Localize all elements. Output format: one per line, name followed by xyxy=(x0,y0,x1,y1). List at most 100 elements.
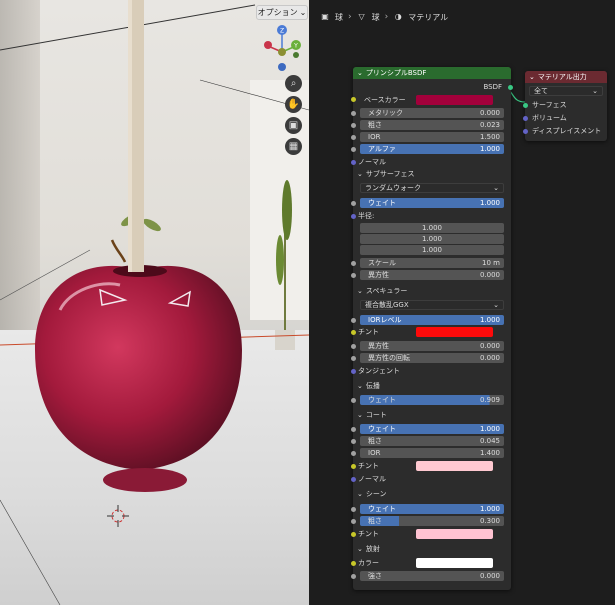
emission-strength-socket[interactable] xyxy=(351,574,356,579)
shader-node-editor[interactable]: ▣ 球 › ▽ 球 › ◑ マテリアル ⌄ プリンシプルBSDF BSDF ベー… xyxy=(310,0,615,605)
chevron-down-icon: ⌄ xyxy=(357,382,363,390)
alpha-field[interactable]: アルファ 1.000 xyxy=(360,144,504,154)
coat-weight-socket[interactable] xyxy=(351,427,356,432)
sheen-weight-field[interactable]: ウェイト 1.000 xyxy=(360,504,504,514)
base-color-label: ベースカラー xyxy=(364,96,406,104)
sheen-weight-socket[interactable] xyxy=(351,507,356,512)
metallic-field[interactable]: メタリック 0.000 xyxy=(360,108,504,118)
ior-level-socket[interactable] xyxy=(351,318,356,323)
coat-ior-socket[interactable] xyxy=(351,451,356,456)
node-title: マテリアル出力 xyxy=(537,73,587,81)
breadcrumb-object[interactable]: 球 xyxy=(335,12,343,23)
sheen-tint-socket[interactable] xyxy=(351,532,356,537)
subsurface-anisotropy-socket[interactable] xyxy=(351,273,356,278)
ior-socket[interactable] xyxy=(351,135,356,140)
bsdf-output-socket[interactable] xyxy=(508,85,513,90)
principled-bsdf-node[interactable]: ⌄ プリンシプルBSDF BSDF ベースカラー メタリック 0.000 粗さ 0.… xyxy=(351,67,513,590)
anisotropic-field[interactable]: 異方性 0.000 xyxy=(360,341,504,351)
coat-weight-field[interactable]: ウェイト 1.000 xyxy=(360,424,504,434)
chevron-right-icon: › xyxy=(384,12,389,22)
collapse-chevron-icon[interactable]: ⌄ xyxy=(529,73,535,81)
subsurface-scale-field[interactable]: スケール 10 m xyxy=(360,258,504,268)
specular-tint-label: チント xyxy=(358,328,379,336)
anisotropic-rotation-socket[interactable] xyxy=(351,356,356,361)
zoom-icon[interactable]: ⌕ xyxy=(285,75,302,92)
base-color-socket[interactable] xyxy=(351,97,356,102)
hand-pan-icon[interactable]: ✋ xyxy=(285,96,302,113)
transmission-panel-header[interactable]: ⌄ 伝播 xyxy=(357,381,380,391)
anisotropic-rotation-field[interactable]: 異方性の回転 0.000 xyxy=(360,353,504,363)
3d-cursor[interactable] xyxy=(107,505,129,527)
ior-level-field[interactable]: IORレベル 1.000 xyxy=(360,315,504,325)
sheen-tint-swatch[interactable] xyxy=(416,529,493,539)
chevron-down-icon: ⌄ xyxy=(592,87,598,95)
radius-z-field[interactable]: 1.000 xyxy=(360,245,504,255)
transmission-weight-field[interactable]: ウェイト 0.909 xyxy=(360,395,504,405)
metallic-socket[interactable] xyxy=(351,111,356,116)
subsurface-weight-field[interactable]: ウェイト 1.000 xyxy=(360,198,504,208)
emission-panel-header[interactable]: ⌄ 放射 xyxy=(357,544,380,554)
specular-distribution-dropdown[interactable]: 複合散乱GGX ⌄ xyxy=(360,300,504,310)
sheen-roughness-field[interactable]: 粗さ 0.300 xyxy=(360,516,504,526)
chevron-down-icon: ⌄ xyxy=(299,8,307,17)
roughness-field[interactable]: 粗さ 0.023 xyxy=(360,120,504,130)
radius-y-field[interactable]: 1.000 xyxy=(360,234,504,244)
displacement-socket[interactable] xyxy=(523,129,528,134)
specular-tint-swatch[interactable] xyxy=(416,327,493,337)
chevron-down-icon: ⌄ xyxy=(493,301,499,309)
coat-roughness-field[interactable]: 粗さ 0.045 xyxy=(360,436,504,446)
volume-socket[interactable] xyxy=(523,116,528,121)
subsurface-panel-header[interactable]: ⌄ サブサーフェス xyxy=(357,169,414,179)
specular-title: スペキュラー xyxy=(365,287,408,295)
emission-color-swatch[interactable] xyxy=(416,558,493,568)
emission-title: 放射 xyxy=(365,545,380,553)
collapse-chevron-icon[interactable]: ⌄ xyxy=(357,69,363,77)
navigation-gizmo[interactable]: Z Y xyxy=(262,22,302,77)
chevron-right-icon: › xyxy=(348,12,352,22)
radius-socket[interactable] xyxy=(351,214,356,219)
subsurface-scale-socket[interactable] xyxy=(351,261,356,266)
chevron-down-icon: ⌄ xyxy=(357,287,363,295)
sheen-panel-header[interactable]: ⌄ シーン xyxy=(357,489,387,499)
gizmo-z-label: Z xyxy=(280,28,284,35)
chevron-down-icon: ⌄ xyxy=(357,411,363,419)
3d-viewport[interactable]: オプション ⌄ Z Y ⌕ ✋ ▣ ▦ xyxy=(0,0,309,605)
subsurface-method-dropdown[interactable]: ランダムウォーク ⌄ xyxy=(360,183,504,193)
ior-field[interactable]: IOR 1.500 xyxy=(360,132,504,142)
coat-ior-field[interactable]: IOR 1.400 xyxy=(360,448,504,458)
output-target-value: 全て xyxy=(534,87,548,95)
surface-socket[interactable] xyxy=(523,103,528,108)
node-header[interactable]: ⌄ マテリアル出力 xyxy=(525,71,607,83)
subsurface-anisotropy-field[interactable]: 異方性 0.000 xyxy=(360,270,504,280)
transmission-weight-socket[interactable] xyxy=(351,398,356,403)
material-output-node[interactable]: ⌄ マテリアル出力 全て ⌄ サーフェス ボリューム ディスプレイスメント xyxy=(523,71,607,141)
coat-tint-swatch[interactable] xyxy=(416,461,493,471)
options-dropdown[interactable]: オプション ⌄ xyxy=(256,5,308,20)
specular-panel-header[interactable]: ⌄ スペキュラー xyxy=(357,286,407,296)
radius-x-field[interactable]: 1.000 xyxy=(360,223,504,233)
roughness-socket[interactable] xyxy=(351,123,356,128)
node-header[interactable]: ⌄ プリンシプルBSDF xyxy=(353,67,511,79)
emission-color-socket[interactable] xyxy=(351,561,356,566)
coat-roughness-socket[interactable] xyxy=(351,439,356,444)
normal-socket[interactable] xyxy=(351,160,356,165)
breadcrumb-material[interactable]: マテリアル xyxy=(408,12,448,23)
mesh-icon: ▽ xyxy=(358,12,365,21)
emission-strength-field[interactable]: 強さ 0.000 xyxy=(360,571,504,581)
breadcrumb: ▣ 球 › ▽ 球 › ◑ マテリアル xyxy=(320,10,448,24)
coat-panel-header[interactable]: ⌄ コート xyxy=(357,410,387,420)
specular-tint-socket[interactable] xyxy=(351,330,356,335)
subsurface-weight-socket[interactable] xyxy=(351,201,356,206)
camera-icon[interactable]: ▣ xyxy=(285,117,302,134)
coat-normal-socket[interactable] xyxy=(351,477,356,482)
grid-view-icon[interactable]: ▦ xyxy=(285,138,302,155)
alpha-socket[interactable] xyxy=(351,147,356,152)
breadcrumb-mesh[interactable]: 球 xyxy=(372,12,380,23)
output-target-dropdown[interactable]: 全て ⌄ xyxy=(529,86,603,96)
tangent-socket[interactable] xyxy=(351,369,356,374)
sheen-roughness-socket[interactable] xyxy=(351,519,356,524)
anisotropic-socket[interactable] xyxy=(351,344,356,349)
surface-label: サーフェス xyxy=(532,101,567,109)
coat-tint-socket[interactable] xyxy=(351,464,356,469)
base-color-swatch[interactable] xyxy=(416,95,493,105)
